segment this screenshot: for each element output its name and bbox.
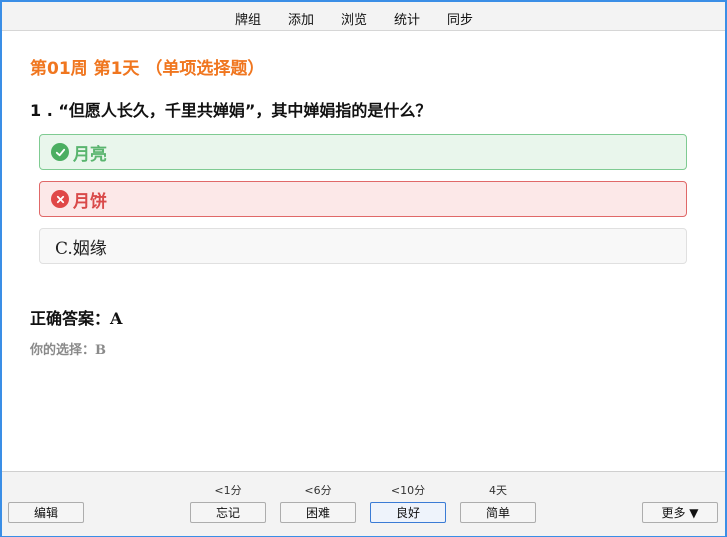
edit-button[interactable]: 编辑 [8,502,84,523]
again-button[interactable]: 忘记 [190,502,266,523]
option-a-correct[interactable]: 月亮 [39,134,687,170]
x-circle-icon [51,190,69,208]
interval-easy: 4天 [489,484,507,497]
option-b-label: 月饼 [73,191,107,212]
option-b-wrong[interactable]: 月饼 [39,181,687,217]
interval-good: <10分 [390,484,426,497]
option-a-label: 月亮 [73,144,107,165]
hard-button[interactable]: 困难 [280,502,356,523]
menu-add[interactable]: 添加 [288,9,314,28]
menu-sync[interactable]: 同步 [447,9,473,28]
good-button[interactable]: 良好 [370,502,446,523]
menu-stats[interactable]: 统计 [394,9,420,28]
menu-browse[interactable]: 浏览 [341,9,367,28]
correct-answer-value: A [110,309,123,328]
option-c[interactable]: C.姻缘 [39,228,687,264]
section-title: 第01周 第1天 （单项选择题） [30,59,265,79]
interval-hard: <6分 [304,484,332,497]
correct-answer-label: 正确答案： [30,309,111,328]
easy-button[interactable]: 简单 [460,502,536,523]
check-circle-icon [51,143,69,161]
more-button[interactable]: 更多 ▼ [642,502,718,523]
your-choice-value: B [95,343,107,358]
your-choice-label: 你的选择： [30,343,96,358]
bottom-bar: 编辑 <1分 忘记 <6分 困难 <10分 良好 4天 简单 更多 ▼ [2,471,725,536]
correct-answer: 正确答案：A [30,305,122,329]
option-c-label: C.姻缘 [55,238,107,259]
question-text: 1 . “但愿人长久，千里共婵娟”，其中婵娟指的是什么？ [30,101,432,120]
menu-decks[interactable]: 牌组 [235,9,261,28]
interval-again: <1分 [214,484,242,497]
top-menu-bar: 牌组 添加 浏览 统计 同步 [2,2,725,31]
your-choice: 你的选择：B [30,339,106,358]
